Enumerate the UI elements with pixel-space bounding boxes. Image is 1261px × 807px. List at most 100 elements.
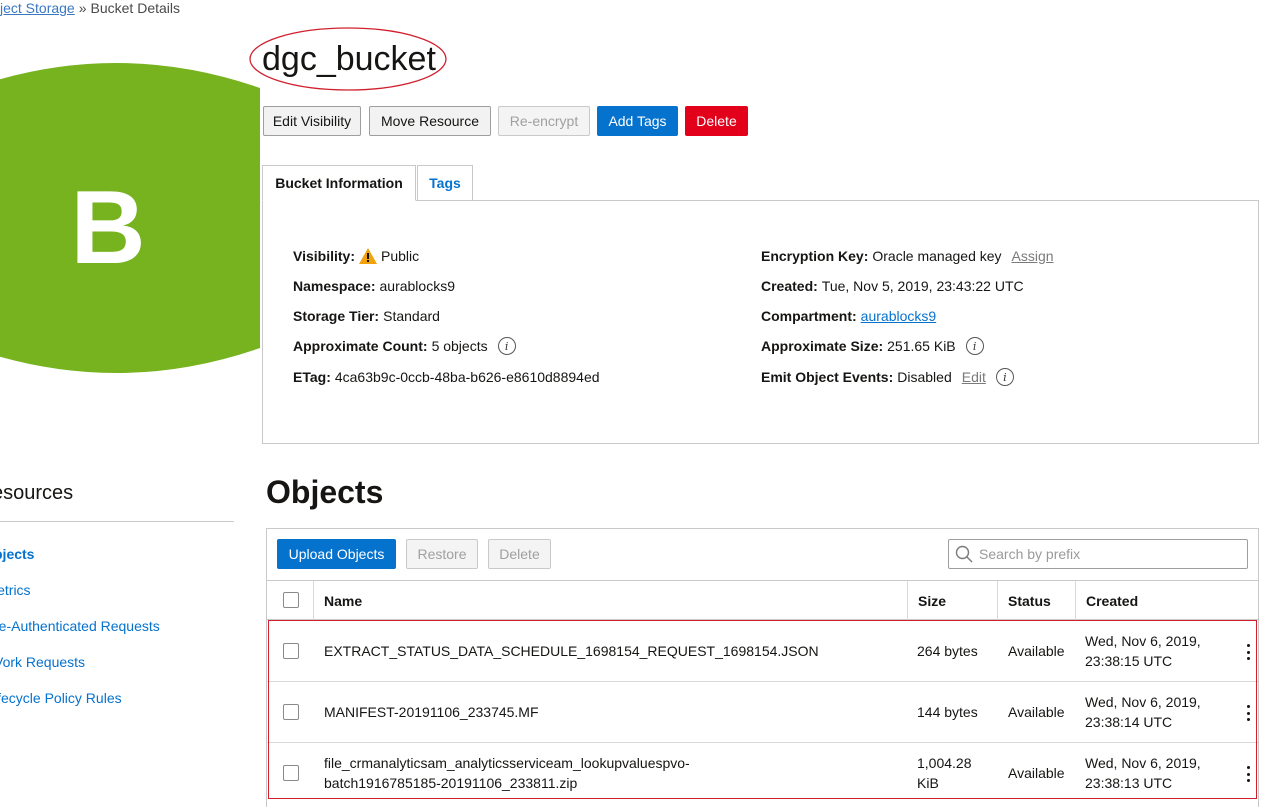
approximate-count-label: Approximate Count: — [293, 338, 428, 354]
resource-item-work-requests[interactable]: Vork Requests — [0, 654, 85, 670]
info-icon[interactable]: i — [965, 337, 984, 355]
table-row: EXTRACT_STATUS_DATA_SCHEDULE_1698154_REQ… — [267, 621, 1258, 682]
re-encrypt-button[interactable]: Re-encrypt — [498, 106, 590, 136]
emit-events-row: Emit Object Events: Disabled Edit i — [761, 367, 1014, 387]
select-all-checkbox[interactable] — [283, 592, 299, 608]
row-actions-menu-icon[interactable] — [1244, 705, 1252, 721]
object-created-time: 23:38:15 UTC — [1085, 653, 1173, 669]
resources-divider — [0, 521, 234, 522]
storage-tier-value: Standard — [383, 308, 440, 324]
page-title-wrap: dgc_bucket — [248, 26, 448, 92]
breadcrumb-current: Bucket Details — [90, 0, 180, 16]
column-header-size[interactable]: Size — [907, 581, 997, 620]
restore-button[interactable]: Restore — [406, 539, 478, 569]
namespace-label: Namespace: — [293, 278, 376, 294]
row-checkbox[interactable] — [283, 643, 299, 659]
object-size: 144 bytes — [917, 704, 978, 720]
encryption-key-label: Encryption Key: — [761, 248, 869, 264]
approximate-count-value: 5 objects — [431, 338, 488, 354]
delete-objects-button[interactable]: Delete — [488, 539, 551, 569]
edit-visibility-button[interactable]: Edit Visibility — [263, 106, 361, 136]
approximate-count-row: Approximate Count: 5 objects i — [293, 336, 516, 356]
created-value: Tue, Nov 5, 2019, 23:43:22 UTC — [821, 278, 1024, 294]
approximate-size-value: 251.65 KiB — [887, 338, 956, 354]
column-header-status[interactable]: Status — [997, 581, 1075, 620]
approximate-size-label: Approximate Size: — [761, 338, 884, 354]
compartment-link[interactable]: aurablocks9 — [861, 308, 937, 324]
objects-table-header: Name Size Status Created — [267, 580, 1258, 620]
column-header-created[interactable]: Created — [1075, 581, 1258, 620]
object-name-line-1: file_crmanalyticsam_analyticsserviceam_l… — [324, 755, 690, 771]
etag-label: ETag: — [293, 369, 331, 385]
visibility-value: Public — [380, 248, 420, 264]
page-title: dgc_bucket — [262, 40, 436, 78]
tab-bucket-information[interactable]: Bucket Information — [262, 165, 416, 201]
row-checkbox[interactable] — [283, 765, 299, 781]
object-created-date: Wed, Nov 6, 2019, — [1085, 755, 1201, 771]
emit-events-value: Disabled — [897, 369, 952, 385]
row-actions-menu-icon[interactable] — [1244, 766, 1252, 782]
object-created: Wed, Nov 6, 2019, 23:38:15 UTC — [1085, 631, 1201, 671]
object-created-time: 23:38:13 UTC — [1085, 775, 1173, 791]
object-size-unit: KiB — [917, 775, 939, 791]
visibility-label: Visibility: — [293, 248, 355, 264]
storage-tier-row: Storage Tier: Standard — [293, 306, 440, 326]
breadcrumb-object-storage-link[interactable]: ject Storage — [0, 0, 75, 16]
table-row: MANIFEST-20191106_233745.MF 144 bytes Av… — [267, 682, 1258, 743]
created-row: Created: Tue, Nov 5, 2019, 23:43:22 UTC — [761, 276, 1024, 296]
column-header-name[interactable]: Name — [313, 581, 907, 620]
resource-item-metrics[interactable]: letrics — [0, 582, 31, 598]
bucket-logo-letter: B — [70, 170, 145, 286]
etag-row: ETag: 4ca63b9c-0ccb-48ba-b626-e8610d8894… — [293, 367, 600, 387]
row-actions-menu-icon[interactable] — [1244, 644, 1252, 660]
move-resource-button[interactable]: Move Resource — [369, 106, 491, 136]
encryption-key-value: Oracle managed key — [872, 248, 1002, 264]
resource-item-objects[interactable]: bjects — [0, 546, 34, 562]
warning-icon — [358, 248, 377, 264]
compartment-label: Compartment: — [761, 308, 857, 324]
object-created-date: Wed, Nov 6, 2019, — [1085, 633, 1201, 649]
object-name-link[interactable]: EXTRACT_STATUS_DATA_SCHEDULE_1698154_REQ… — [324, 641, 819, 661]
info-icon[interactable]: i — [995, 368, 1014, 386]
upload-objects-button[interactable]: Upload Objects — [277, 539, 396, 569]
object-name-line-2: batch1916785185-20191106_233811.zip — [324, 775, 578, 791]
object-status: Available — [1008, 765, 1065, 781]
breadcrumb: ject Storage» Bucket Details — [0, 0, 180, 16]
breadcrumb-separator: » — [78, 0, 87, 16]
compartment-row: Compartment: aurablocks9 — [761, 306, 936, 326]
tab-tags[interactable]: Tags — [417, 165, 473, 201]
object-name-link[interactable]: MANIFEST-20191106_233745.MF — [324, 702, 539, 722]
resource-item-lifecycle-policy-rules[interactable]: ifecycle Policy Rules — [0, 690, 122, 706]
resources-heading: esources — [0, 482, 74, 504]
visibility-row: Visibility: Public — [293, 246, 419, 266]
object-created-time: 23:38:14 UTC — [1085, 714, 1173, 730]
created-label: Created: — [761, 278, 818, 294]
search-icon — [955, 545, 973, 563]
add-tags-button[interactable]: Add Tags — [597, 106, 678, 136]
info-icon[interactable]: i — [497, 337, 516, 355]
object-name-link[interactable]: file_crmanalyticsam_analyticsserviceam_l… — [324, 753, 690, 793]
bucket-logo: B — [0, 48, 260, 388]
row-checkbox[interactable] — [283, 704, 299, 720]
search-box — [948, 539, 1248, 569]
object-status: Available — [1008, 704, 1065, 720]
object-created-date: Wed, Nov 6, 2019, — [1085, 694, 1201, 710]
edit-emit-events-link[interactable]: Edit — [962, 369, 986, 385]
namespace-row: Namespace: aurablocks9 — [293, 276, 455, 296]
assign-key-link[interactable]: Assign — [1012, 248, 1054, 264]
object-status: Available — [1008, 643, 1065, 659]
storage-tier-label: Storage Tier: — [293, 308, 380, 324]
table-row: file_crmanalyticsam_analyticsserviceam_l… — [267, 743, 1258, 804]
approximate-size-row: Approximate Size: 251.65 KiB i — [761, 336, 984, 356]
emit-events-label: Emit Object Events: — [761, 369, 894, 385]
objects-heading: Objects — [266, 474, 384, 510]
object-size: 264 bytes — [917, 643, 978, 659]
delete-bucket-button[interactable]: Delete — [685, 106, 748, 136]
resource-item-pre-authenticated-requests[interactable]: re-Authenticated Requests — [0, 618, 160, 634]
etag-value: 4ca63b9c-0ccb-48ba-b626-e8610d8894ed — [334, 369, 600, 385]
object-created: Wed, Nov 6, 2019, 23:38:13 UTC — [1085, 753, 1201, 793]
search-input[interactable] — [979, 546, 1239, 562]
encryption-key-row: Encryption Key: Oracle managed key Assig… — [761, 246, 1054, 266]
namespace-value: aurablocks9 — [379, 278, 456, 294]
object-created: Wed, Nov 6, 2019, 23:38:14 UTC — [1085, 692, 1201, 732]
